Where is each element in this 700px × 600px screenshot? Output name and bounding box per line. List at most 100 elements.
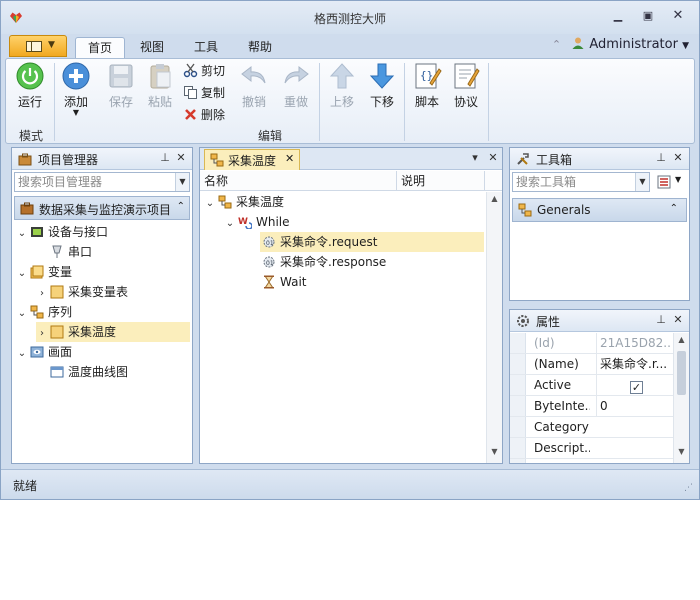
protocol-button[interactable]: 协议 bbox=[446, 61, 486, 110]
delete-button[interactable]: 删除 bbox=[183, 106, 225, 124]
paste-button[interactable]: 粘贴 bbox=[140, 61, 180, 110]
ribbon-panel: 运行 模式 添加 ▼ 保存 粘贴 剪切 复制 删除 撤销 重做 上移 下移 编辑… bbox=[5, 58, 695, 144]
collapsed-icon[interactable]: › bbox=[36, 324, 48, 344]
property-row-id[interactable]: (Id) 21A15D82... bbox=[510, 333, 673, 354]
toolbox-view-options-button[interactable]: ▼ bbox=[655, 172, 687, 192]
copy-button[interactable]: 复制 bbox=[183, 84, 225, 102]
property-row-active[interactable]: Active ✓ bbox=[510, 375, 673, 396]
column-header-description[interactable]: 说明 bbox=[401, 171, 425, 191]
user-name: Administrator bbox=[589, 37, 678, 52]
tree-item-variables[interactable]: ⌄ 变量 bbox=[16, 262, 72, 282]
paste-icon bbox=[150, 64, 171, 89]
hourglass-icon bbox=[264, 275, 274, 289]
tree-item-variable-table[interactable]: › 采集变量表 bbox=[36, 282, 128, 302]
tab-tools[interactable]: 工具 bbox=[182, 37, 230, 58]
toolbox-search-input[interactable]: 搜索工具箱 ▼ bbox=[512, 172, 650, 192]
scroll-up-icon[interactable]: ▲ bbox=[674, 335, 689, 349]
close-document-icon[interactable]: ✕ bbox=[486, 151, 500, 164]
chevron-down-icon[interactable]: ▼ bbox=[635, 173, 649, 191]
move-up-button[interactable]: 上移 bbox=[322, 61, 362, 110]
chevron-down-icon: ▼ bbox=[675, 175, 682, 184]
user-menu[interactable]: ⌃ Administrator ▼ bbox=[552, 36, 689, 54]
expanded-icon[interactable]: ⌄ bbox=[16, 264, 28, 284]
collapsed-icon[interactable]: › bbox=[36, 284, 48, 304]
app-window: 格西测控大师 ▁ ▣ ✕ ▼ 首页 视图 工具 帮助 ⌃ Administrat… bbox=[0, 0, 700, 500]
pin-icon[interactable]: ⊥ bbox=[654, 313, 668, 326]
tree-item-sequences[interactable]: ⌄ 序列 bbox=[16, 302, 72, 322]
collapse-icon[interactable]: ⌃ bbox=[177, 201, 185, 212]
active-checkbox[interactable]: ✓ bbox=[630, 381, 643, 394]
tree-item-screens[interactable]: ⌄ 画面 bbox=[16, 342, 72, 362]
scroll-up-icon[interactable]: ▲ bbox=[487, 194, 502, 208]
scissors-icon bbox=[183, 63, 198, 78]
tree-item-sequence-temperature[interactable]: › 采集温度 bbox=[36, 322, 190, 342]
document-tab[interactable]: 采集温度 ✕ bbox=[204, 149, 300, 170]
seq-row-request-description[interactable] bbox=[394, 232, 484, 252]
document-vertical-scrollbar[interactable]: ▲ ▼ bbox=[486, 192, 502, 463]
command-icon: 01 bbox=[263, 256, 275, 268]
column-header-name[interactable]: 名称 bbox=[204, 171, 228, 191]
seq-row-response[interactable]: 01 采集命令.response bbox=[260, 252, 386, 272]
undo-button[interactable]: 撤销 bbox=[234, 61, 274, 110]
collapse-icon[interactable]: ⌃ bbox=[670, 203, 678, 214]
resize-grip-icon[interactable]: ⋰ bbox=[684, 483, 693, 493]
property-row-category[interactable]: Category bbox=[510, 417, 673, 438]
property-row-description[interactable]: Descript... bbox=[510, 438, 673, 459]
chevron-down-icon[interactable]: ▼ bbox=[175, 173, 189, 191]
sequence-icon bbox=[210, 153, 224, 167]
collapse-ribbon-icon[interactable]: ⌃ bbox=[552, 38, 561, 51]
project-search-input[interactable]: 搜索项目管理器 ▼ bbox=[14, 172, 190, 192]
move-down-button[interactable]: 下移 bbox=[362, 61, 402, 110]
tree-item-temperature-chart[interactable]: 温度曲线图 bbox=[36, 362, 128, 382]
redo-button[interactable]: 重做 bbox=[276, 61, 316, 110]
scroll-down-icon[interactable]: ▼ bbox=[674, 447, 689, 461]
tree-item-serial[interactable]: 串口 bbox=[36, 242, 92, 262]
group-separator bbox=[319, 63, 320, 141]
project-panel-header: 项目管理器 ⊥ ✕ bbox=[12, 148, 192, 170]
seq-row-wait[interactable]: Wait bbox=[260, 272, 307, 292]
tab-list-dropdown-icon[interactable]: ▾ bbox=[468, 151, 482, 164]
expanded-icon[interactable]: ⌄ bbox=[16, 344, 28, 364]
seq-row-while[interactable]: ⌄ W While bbox=[224, 212, 290, 232]
toolbox-panel: 工具箱 ⊥ ✕ 搜索工具箱 ▼ ▼ Generals ⌃ bbox=[509, 147, 690, 301]
save-button[interactable]: 保存 bbox=[101, 61, 141, 110]
project-header-row[interactable]: 数据采集与监控演示项目 ⌃ bbox=[14, 196, 190, 220]
title-bar: 格西测控大师 ▁ ▣ ✕ bbox=[1, 1, 699, 34]
maximize-button[interactable]: ▣ bbox=[637, 7, 659, 25]
cut-button[interactable]: 剪切 bbox=[183, 62, 225, 80]
property-row-name[interactable]: (Name) 采集命令.r... bbox=[510, 354, 673, 375]
close-tab-icon[interactable]: ✕ bbox=[285, 152, 294, 165]
minimize-button[interactable]: ▁ bbox=[607, 7, 629, 25]
script-button[interactable]: {} 脚本 bbox=[407, 61, 447, 110]
column-divider[interactable] bbox=[396, 171, 397, 191]
pin-icon[interactable]: ⊥ bbox=[654, 151, 668, 164]
run-button[interactable]: 运行 bbox=[10, 61, 50, 110]
chevron-down-icon: ▼ bbox=[682, 41, 689, 51]
expanded-icon[interactable]: ⌄ bbox=[16, 224, 28, 244]
device-icon bbox=[31, 227, 43, 237]
briefcase-icon bbox=[18, 153, 32, 166]
scrollbar-thumb[interactable] bbox=[677, 351, 686, 395]
seq-row-request[interactable]: 01 采集命令.request bbox=[260, 232, 394, 252]
close-panel-icon[interactable]: ✕ bbox=[671, 151, 685, 164]
add-button[interactable]: 添加 ▼ bbox=[56, 61, 96, 117]
expanded-icon[interactable]: ⌄ bbox=[16, 304, 28, 324]
tab-home[interactable]: 首页 bbox=[75, 37, 126, 58]
expanded-icon[interactable]: ⌄ bbox=[224, 214, 236, 234]
close-panel-icon[interactable]: ✕ bbox=[671, 313, 685, 326]
toolbox-category-generals[interactable]: Generals ⌃ bbox=[512, 198, 687, 222]
tab-view[interactable]: 视图 bbox=[128, 37, 176, 58]
seq-row-root[interactable]: ⌄ 采集温度 bbox=[204, 192, 284, 212]
close-button[interactable]: ✕ bbox=[667, 7, 689, 25]
app-menu-button[interactable]: ▼ bbox=[9, 35, 67, 57]
pin-icon[interactable]: ⊥ bbox=[158, 151, 172, 164]
expanded-icon[interactable]: ⌄ bbox=[204, 194, 216, 214]
properties-vertical-scrollbar[interactable]: ▲ ▼ bbox=[673, 333, 689, 463]
screen-icon bbox=[30, 346, 44, 358]
close-panel-icon[interactable]: ✕ bbox=[174, 151, 188, 164]
tree-item-devices[interactable]: ⌄ 设备与接口 bbox=[16, 222, 108, 242]
variable-folder-icon bbox=[30, 265, 44, 279]
scroll-down-icon[interactable]: ▼ bbox=[487, 447, 502, 461]
tab-help[interactable]: 帮助 bbox=[236, 37, 284, 58]
property-row-byte-interval[interactable]: ByteInte... 0 bbox=[510, 396, 673, 417]
